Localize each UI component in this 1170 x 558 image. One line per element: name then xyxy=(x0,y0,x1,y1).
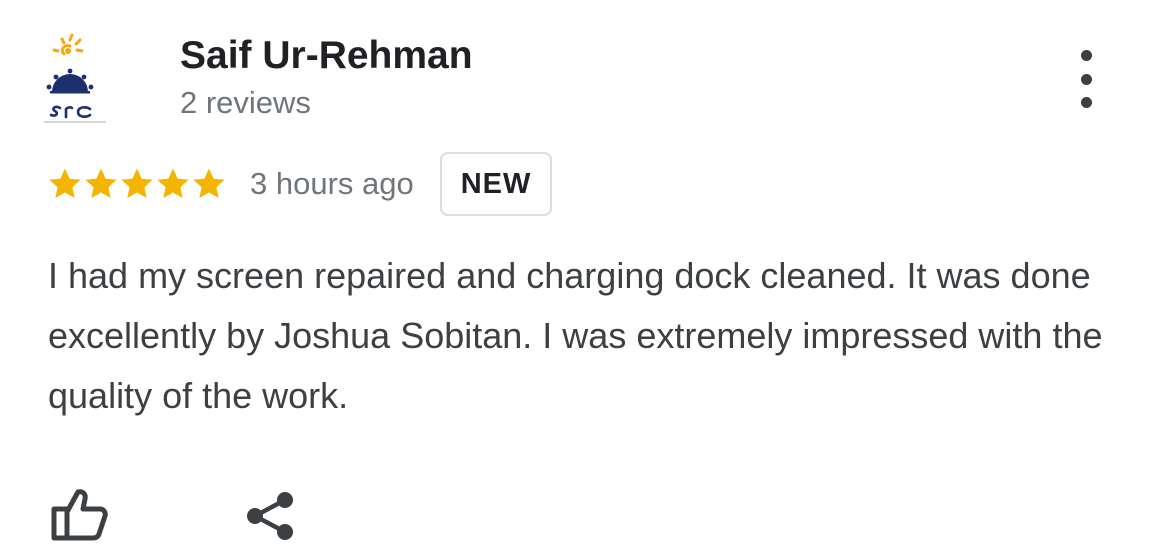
review-card: Saif Ur-Rehman 2 reviews 3 hours ago NEW… xyxy=(0,0,1170,558)
new-badge: NEW xyxy=(439,152,553,216)
share-button[interactable] xyxy=(244,490,296,542)
star-icon xyxy=(192,167,226,201)
star-rating xyxy=(48,167,228,201)
more-vertical-icon-dot xyxy=(1080,97,1092,108)
star-icon xyxy=(48,167,82,201)
thumbs-up-icon xyxy=(51,489,108,541)
share-icon xyxy=(247,492,293,540)
review-text: I had my screen repaired and charging do… xyxy=(48,255,1103,416)
more-vertical-icon xyxy=(1080,50,1092,61)
review-timestamp: 3 hours ago xyxy=(250,166,414,201)
more-vertical-icon-dot xyxy=(1080,73,1092,85)
rating-row: 3 hours ago NEW xyxy=(48,152,553,216)
star-icon xyxy=(120,167,154,201)
more-options-button[interactable] xyxy=(1062,50,1110,108)
reviewer-avatar[interactable] xyxy=(44,30,112,130)
reviewer-review-count: 2 reviews xyxy=(180,85,311,120)
business-logo-avatar-icon xyxy=(44,33,106,123)
star-icon xyxy=(156,167,190,201)
star-icon xyxy=(84,167,118,201)
reviewer-name[interactable]: Saif Ur-Rehman xyxy=(180,33,473,79)
like-button[interactable] xyxy=(50,486,110,542)
